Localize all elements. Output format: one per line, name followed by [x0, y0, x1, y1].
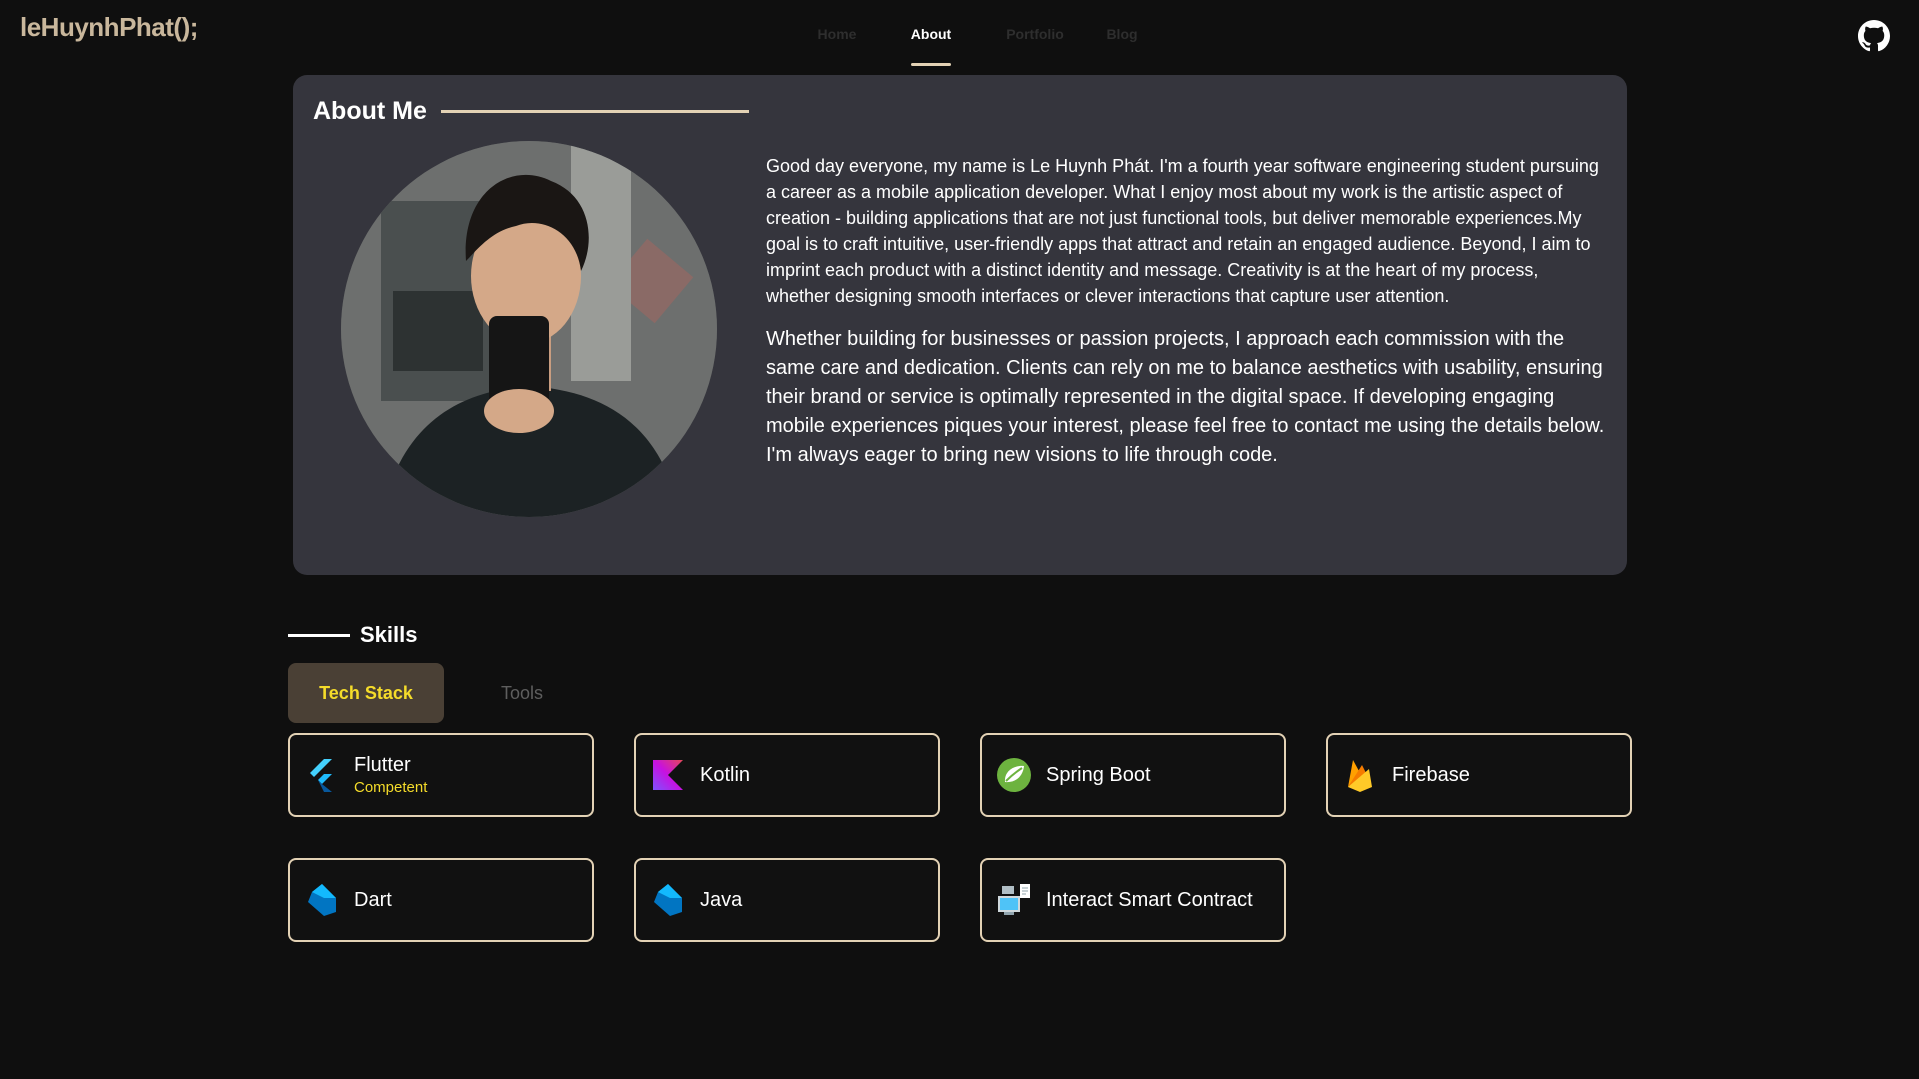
profile-photo	[341, 141, 717, 517]
about-card: About Me Good day everyone, my name is L…	[293, 75, 1627, 575]
skill-text-kotlin: Kotlin	[700, 764, 750, 787]
dart-icon	[308, 884, 336, 916]
nav-home[interactable]: Home	[790, 22, 884, 66]
skill-level: Competent	[354, 779, 428, 796]
skill-name: Kotlin	[700, 763, 751, 786]
firebase-icon	[1348, 760, 1372, 792]
tab-tech-stack[interactable]: Tech Stack	[288, 663, 444, 723]
about-title-divider	[440, 110, 749, 113]
skill-name: Spring Boot	[1046, 763, 1151, 786]
skills-title-divider	[288, 633, 350, 637]
skill-text-java: Java	[700, 889, 742, 912]
skill-text-dart: Dart	[354, 889, 392, 912]
nav-portfolio[interactable]: Portfolio	[978, 22, 1092, 66]
skill-text-smart-contract: Interact Smart Contract	[1046, 889, 1253, 912]
page: leHuynhPhat(); Home About Portfolio Blog…	[0, 0, 1919, 1079]
kotlin-icon	[653, 760, 683, 790]
main-nav: Home About Portfolio Blog	[790, 22, 1152, 66]
tab-tools[interactable]: Tools	[444, 663, 600, 723]
skill-card-firebase[interactable]: Firebase	[1326, 733, 1632, 817]
skill-name: Dart	[354, 888, 392, 911]
site-logo[interactable]: leHuynhPhat();	[20, 12, 198, 43]
skills-heading: Skills	[288, 622, 417, 648]
skills-title: Skills	[360, 622, 418, 647]
skill-card-kotlin[interactable]: Kotlin	[634, 733, 940, 817]
spring-icon	[997, 758, 1031, 792]
skill-card-dart[interactable]: Dart	[288, 858, 594, 942]
skills-tabs: Tech Stack Tools	[288, 663, 600, 723]
about-text: Good day everyone, my name is Le Huynh P…	[766, 153, 1606, 470]
nav-about[interactable]: About	[884, 22, 978, 66]
skill-name: Firebase	[1392, 763, 1470, 786]
skill-name: Interact Smart Contract	[1046, 888, 1253, 911]
skill-text-flutter: Flutter Competent	[354, 754, 427, 796]
skill-card-java[interactable]: Java	[634, 858, 940, 942]
smart-contract-icon	[998, 884, 1030, 915]
skill-name: Flutter	[354, 754, 411, 776]
about-paragraph-2: Whether building for businesses or passi…	[766, 328, 1605, 466]
skill-name: Java	[700, 888, 743, 911]
java-icon	[654, 884, 682, 916]
skill-text-firebase: Firebase	[1392, 764, 1470, 787]
skill-card-spring-boot[interactable]: Spring Boot	[980, 733, 1286, 817]
about-title: About Me	[313, 97, 427, 125]
flutter-icon	[310, 759, 332, 792]
about-paragraph-1: Good day everyone, my name is Le Huynh P…	[766, 156, 1599, 306]
about-heading: About Me	[313, 97, 749, 126]
skill-text-spring-boot: Spring Boot	[1046, 764, 1151, 787]
skill-card-flutter[interactable]: Flutter Competent	[288, 733, 594, 817]
nav-blog[interactable]: Blog	[1092, 22, 1152, 66]
github-icon[interactable]	[1858, 20, 1890, 52]
skill-card-smart-contract[interactable]: Interact Smart Contract	[980, 858, 1286, 942]
